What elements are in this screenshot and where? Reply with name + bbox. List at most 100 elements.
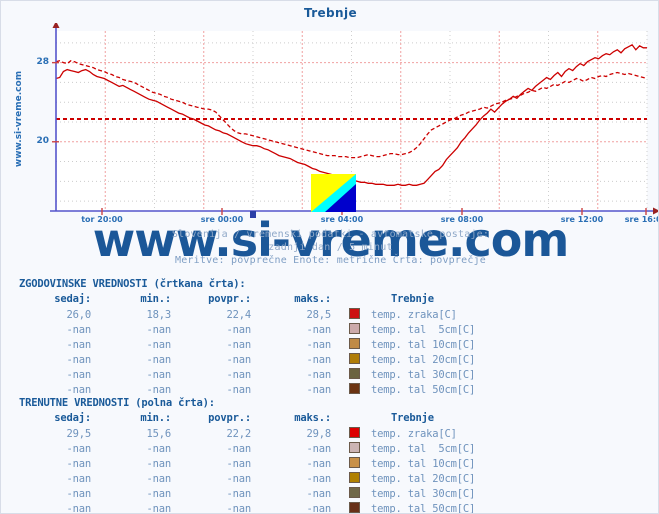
legend-series-label: temp. tal 10cm[C] (371, 338, 476, 351)
cell-povpr: 22,4 (226, 308, 252, 321)
cell-sedaj: 29,5 (66, 427, 92, 440)
cell-min: 18,3 (146, 308, 172, 321)
legend-historic: ZGODOVINSKE VREDNOSTI (črtkana črta): se… (1, 278, 658, 397)
x-tick-label: sre 08:00 (440, 215, 484, 224)
table-row: -nan -nan -nan -nan temp. tal 20cm[C] (19, 471, 475, 486)
cell-maks: -nan (306, 472, 332, 485)
col-header-povpr: povpr.: (208, 412, 251, 424)
cell-maks: -nan (306, 487, 332, 500)
col-header-maks: maks.: (294, 412, 331, 424)
cell-maks: -nan (306, 442, 332, 455)
col-header-maks: maks.: (294, 293, 331, 305)
caption-line-3: Meritve: povprečne Enote: metrične Črta:… (174, 255, 487, 266)
cell-sedaj: -nan (66, 353, 92, 366)
x-tick-label: tor 20:00 (81, 215, 123, 224)
caption-line-2: zadnji dan / 5 minut (268, 242, 393, 253)
cell-sedaj: -nan (66, 502, 92, 514)
legend-series-label: temp. tal 30cm[C] (371, 487, 476, 500)
table-row: 29,5 15,6 22,2 29,8 temp. zraka[C] (19, 426, 475, 441)
x-axis-arrow (653, 207, 658, 215)
legend-color-swatch (331, 471, 367, 486)
cell-min: -nan (146, 353, 172, 366)
x-tick-label: sre 16:00 (624, 215, 658, 224)
cell-povpr: -nan (226, 442, 252, 455)
cell-maks: -nan (306, 502, 332, 514)
legend-color-swatch (331, 307, 367, 322)
col-header-sedaj: sedaj: (54, 412, 91, 424)
table-header-row: sedaj: min.: povpr.: maks.: Trebnje (19, 292, 475, 307)
cell-min: 15,6 (146, 427, 172, 440)
table-row: -nan -nan -nan -nan temp. tal 5cm[C] (19, 322, 475, 337)
cell-min: -nan (146, 502, 172, 514)
legend-color-swatch (331, 456, 367, 471)
cell-povpr: -nan (226, 338, 252, 351)
x-tick-label: sre 00:00 (200, 215, 244, 224)
y-tick-label: 28 (36, 56, 49, 67)
axis-marker-square (250, 211, 256, 218)
cell-povpr: -nan (226, 323, 252, 336)
cell-povpr: -nan (226, 502, 252, 514)
table-header-row: sedaj: min.: povpr.: maks.: Trebnje (19, 411, 475, 426)
legend-color-swatch (331, 486, 367, 501)
cell-sedaj: -nan (66, 368, 92, 381)
legend-series-label: temp. tal 20cm[C] (371, 353, 476, 366)
page-title: Trebnje (303, 6, 358, 20)
cell-sedaj: -nan (66, 383, 92, 396)
legend-color-swatch (331, 352, 367, 367)
legend-series-label: temp. tal 5cm[C] (371, 323, 476, 336)
cell-sedaj: -nan (66, 323, 92, 336)
legend-color-swatch (331, 441, 367, 456)
cell-sedaj: -nan (66, 338, 92, 351)
cell-povpr: 22,2 (226, 427, 252, 440)
legend-color-swatch (331, 367, 367, 382)
col-header-sedaj: sedaj: (54, 293, 91, 305)
si-vreme-flag-logo-icon (311, 174, 356, 212)
table-row: -nan -nan -nan -nan temp. tal 50cm[C] (19, 382, 475, 397)
cell-min: -nan (146, 472, 172, 485)
table-row: -nan -nan -nan -nan temp. tal 5cm[C] (19, 441, 475, 456)
table-row: -nan -nan -nan -nan temp. tal 50cm[C] (19, 501, 475, 514)
legend-current: TRENUTNE VREDNOSTI (polna črta): sedaj: … (1, 397, 658, 514)
x-tick-label: sre 04:00 (320, 215, 364, 224)
legend-series-label: temp. tal 10cm[C] (371, 457, 476, 470)
cell-povpr: -nan (226, 487, 252, 500)
legend-current-table: sedaj: min.: povpr.: maks.: Trebnje 29,5… (19, 411, 475, 514)
x-tick-label: sre 12:00 (560, 215, 604, 224)
y-axis-arrow (52, 23, 60, 28)
table-row: 26,0 18,3 22,4 28,5 temp. zraka[C] (19, 307, 475, 322)
legend-series-label: temp. zraka[C] (371, 427, 457, 440)
col-header-station: Trebnje (391, 293, 434, 305)
cell-maks: -nan (306, 353, 332, 366)
legend-color-swatch (331, 337, 367, 352)
cell-min: -nan (146, 368, 172, 381)
cell-sedaj: -nan (66, 457, 92, 470)
cell-povpr: -nan (226, 353, 252, 366)
cell-povpr: -nan (226, 383, 252, 396)
table-row: -nan -nan -nan -nan temp. tal 10cm[C] (19, 456, 475, 471)
legend-color-swatch (331, 382, 367, 397)
cell-sedaj: -nan (66, 442, 92, 455)
cell-min: -nan (146, 323, 172, 336)
cell-maks: 28,5 (306, 308, 332, 321)
cell-maks: -nan (306, 383, 332, 396)
cell-sedaj: -nan (66, 487, 92, 500)
legend-color-swatch (331, 322, 367, 337)
cell-min: -nan (146, 383, 172, 396)
cell-maks: 29,8 (306, 427, 332, 440)
legend-color-swatch (331, 501, 367, 513)
cell-sedaj: -nan (66, 472, 92, 485)
table-row: -nan -nan -nan -nan temp. tal 30cm[C] (19, 486, 475, 501)
table-row: -nan -nan -nan -nan temp. tal 20cm[C] (19, 352, 475, 367)
cell-sedaj: 26,0 (66, 308, 92, 321)
col-header-station: Trebnje (391, 412, 434, 424)
legend-historic-heading: ZGODOVINSKE VREDNOSTI (črtkana črta): (19, 278, 246, 290)
legend-series-label: temp. zraka[C] (371, 308, 457, 321)
cell-maks: -nan (306, 457, 332, 470)
legend-current-heading: TRENUTNE VREDNOSTI (polna črta): (19, 397, 215, 409)
cell-min: -nan (146, 487, 172, 500)
legend-series-label: temp. tal 30cm[C] (371, 368, 476, 381)
col-header-povpr: povpr.: (208, 293, 251, 305)
legend-color-swatch (331, 426, 367, 441)
cell-povpr: -nan (226, 472, 252, 485)
cell-min: -nan (146, 338, 172, 351)
